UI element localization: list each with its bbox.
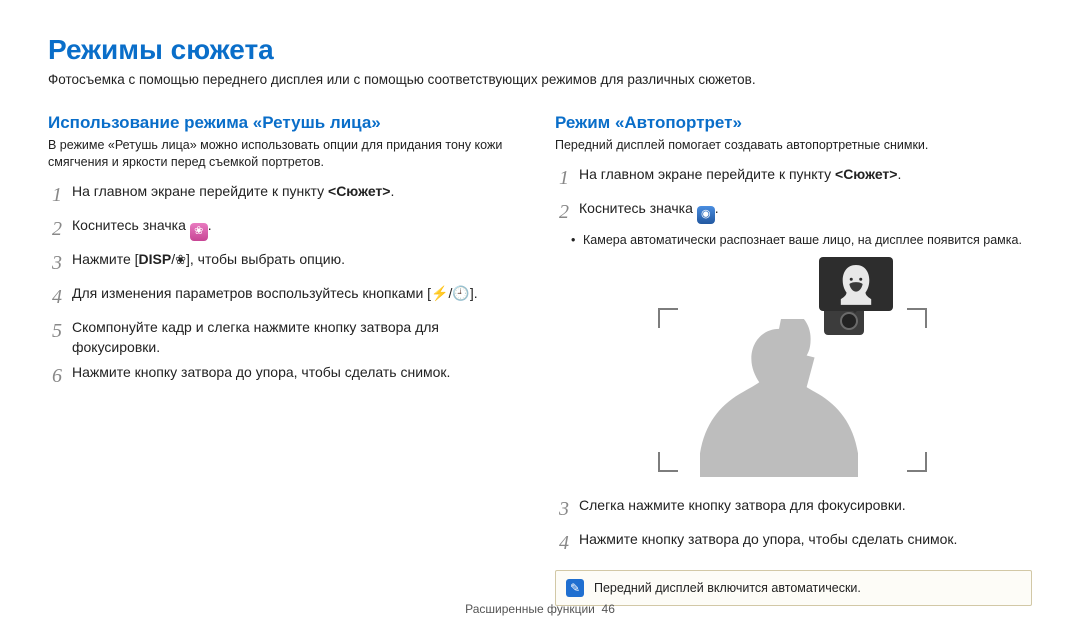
right-step-1: 1 На главном экране перейдите к пункту <… [555,164,1032,193]
step-number: 2 [555,198,569,227]
text-bold: <Сюжет> [328,183,390,199]
text: Нажмите [ [72,251,139,267]
text: Коснитесь значка [579,200,697,216]
right-step-4: 4 Нажмите кнопку затвора до упора, чтобы… [555,529,1032,558]
footer-page: 46 [602,602,615,616]
macro-icon: ❀ [175,252,186,267]
text: . [390,183,394,199]
face-preview-popup [819,257,893,311]
page: Режимы сюжета Фотосъемка с помощью перед… [0,0,1080,606]
step-number: 3 [48,249,62,278]
step-number: 4 [48,283,62,312]
right-desc: Передний дисплей помогает создавать авто… [555,137,1032,154]
left-column: Использование режима «Ретушь лица» В реж… [48,113,525,606]
note-text: Передний дисплей включится автоматически… [594,581,861,595]
text: На главном экране перейдите к пункту [72,183,328,199]
left-heading: Использование режима «Ретушь лица» [48,113,525,133]
step-number: 6 [48,362,62,391]
footer-label: Расширенные функции [465,602,595,616]
step-number: 5 [48,317,62,346]
info-icon: ✎ [566,579,584,597]
left-step-1: 1 На главном экране перейдите к пункту <… [48,181,525,210]
illustration [634,259,954,479]
left-step-3: 3 Нажмите [DISP/❀], чтобы выбрать опцию. [48,249,525,278]
left-step-6: 6 Нажмите кнопку затвора до упора, чтобы… [48,362,525,391]
right-heading: Режим «Автопортрет» [555,113,1032,133]
text: ]. [470,285,478,301]
right-column: Режим «Автопортрет» Передний дисплей пом… [555,113,1032,606]
text: Нажмите кнопку затвора до упора, чтобы с… [579,529,1032,549]
left-step-4: 4 Для изменения параметров воспользуйтес… [48,283,525,312]
step-number: 1 [48,181,62,210]
intro-text: Фотосъемка с помощью переднего дисплея и… [48,72,1032,87]
timer-icon: 🕘 [452,285,469,301]
text: Нажмите кнопку затвора до упора, чтобы с… [72,362,525,382]
step-number: 1 [555,164,569,193]
text-bold: <Сюжет> [835,166,897,182]
step-number: 3 [555,495,569,524]
text: Для изменения параметров воспользуйтесь … [72,285,431,301]
beauty-mode-icon: ❀ [190,223,208,241]
text: На главном экране перейдите к пункту [579,166,835,182]
disp-label: DISP [139,251,172,267]
text: . [897,166,901,182]
step-number: 2 [48,215,62,244]
text: Коснитесь значка [72,217,190,233]
text: Слегка нажмите кнопку затвора для фокуси… [579,495,1032,515]
note-box: ✎ Передний дисплей включится автоматичес… [555,570,1032,606]
page-footer: Расширенные функции 46 [0,602,1080,616]
columns: Использование режима «Ретушь лица» В реж… [48,113,1032,606]
right-step-3: 3 Слегка нажмите кнопку затвора для фоку… [555,495,1032,524]
person-silhouette [694,319,864,477]
right-step-2: 2 Коснитесь значка ◉. [555,198,1032,227]
left-step-5: 5 Скомпонуйте кадр и слегка нажмите кноп… [48,317,525,358]
text: Скомпонуйте кадр и слегка нажмите кнопку… [72,317,525,358]
left-step-2: 2 Коснитесь значка ❀. [48,215,525,244]
text: . [715,200,719,216]
selfportrait-mode-icon: ◉ [697,206,715,224]
text: ], чтобы выбрать опцию. [186,251,345,267]
flash-icon: ⚡ [431,285,448,301]
text: . [208,217,212,233]
sub-bullet: Камера автоматически распознает ваше лиц… [555,232,1032,249]
step-number: 4 [555,529,569,558]
left-desc: В режиме «Ретушь лица» можно использоват… [48,137,525,171]
page-title: Режимы сюжета [48,34,1032,66]
